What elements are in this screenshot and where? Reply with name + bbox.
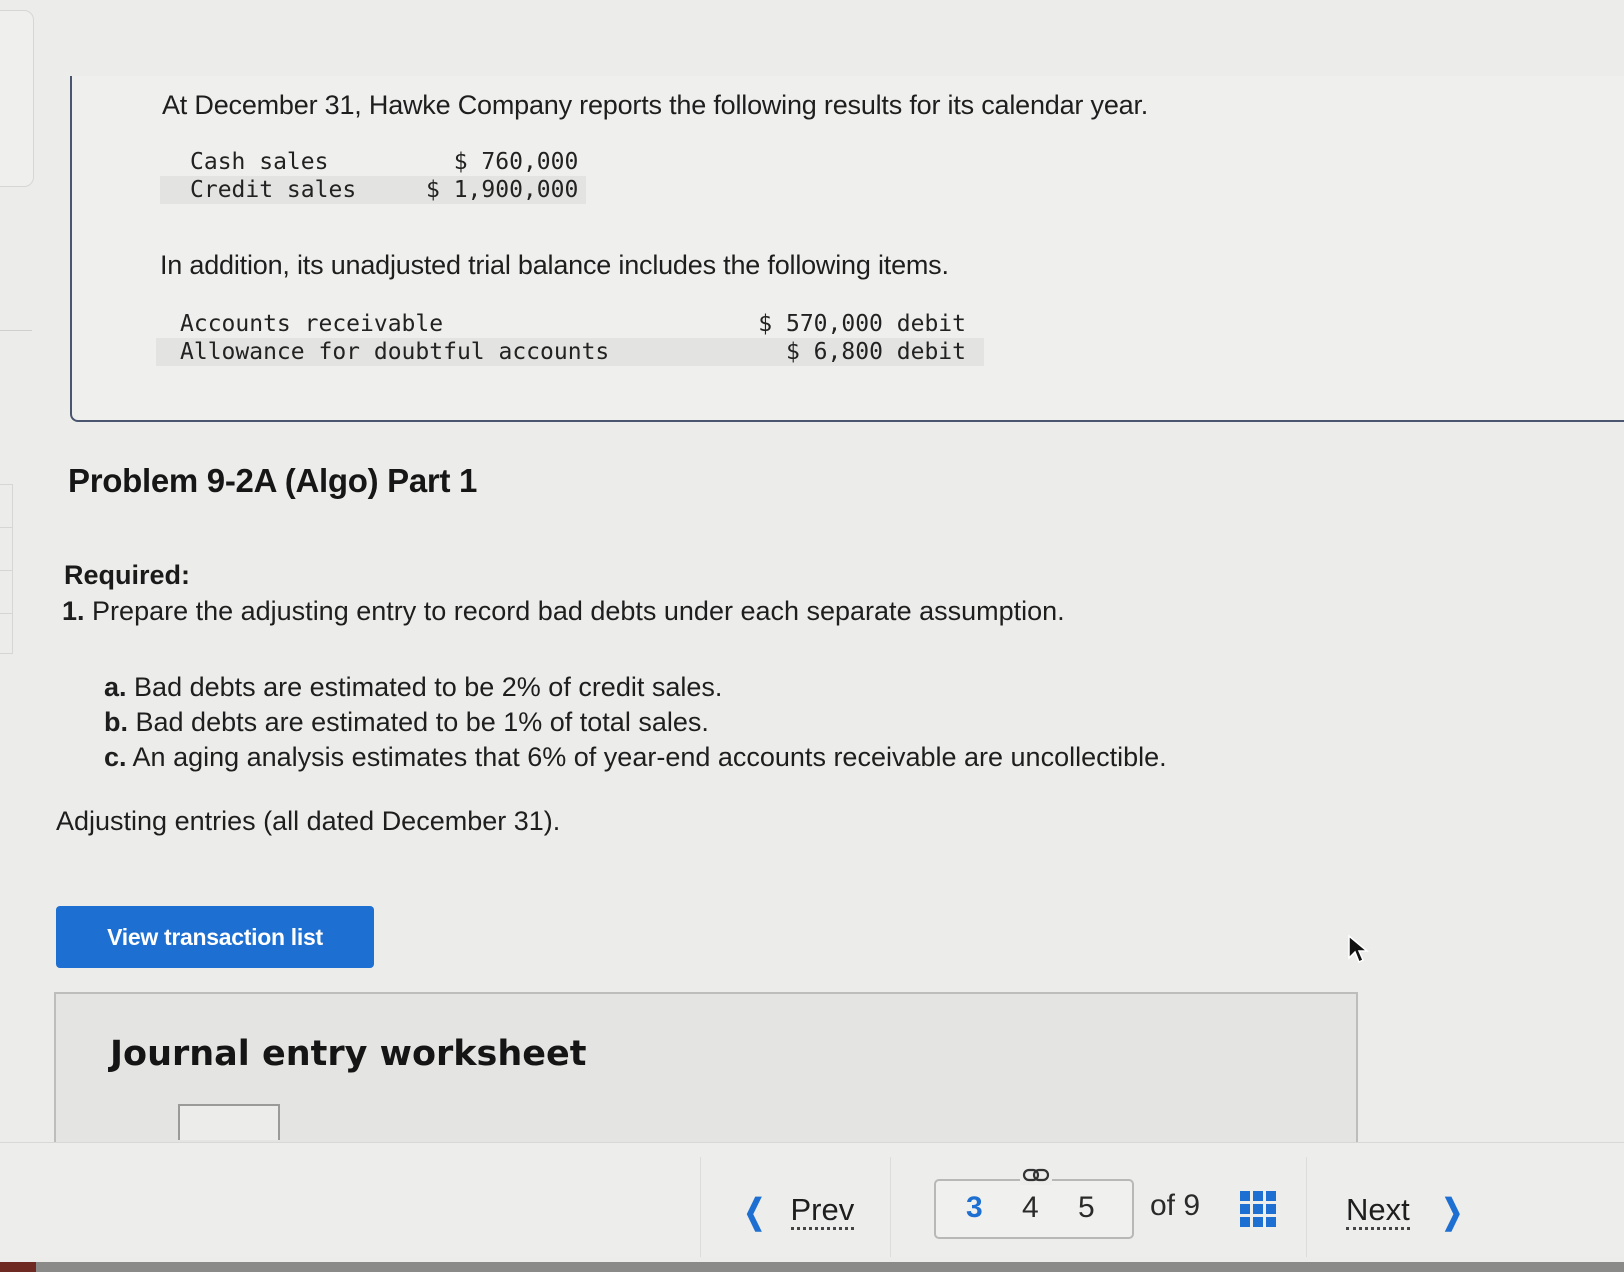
worksheet-entry-tab[interactable]: [178, 1104, 280, 1140]
page-selector: 3 4 5: [934, 1165, 1134, 1239]
sales-row: Cash sales $ 760,000: [160, 148, 586, 176]
link-icon: [1020, 1165, 1052, 1185]
screen-bottom-edge: [0, 1262, 1624, 1272]
question-navigation-bar: ❮ Prev 3 4 5 of 9 Next ❯: [0, 1142, 1624, 1257]
sales-label: Credit sales: [160, 176, 418, 204]
scenario-intro: At December 31, Hawke Company reports th…: [162, 90, 1149, 120]
required-label: Required:: [64, 560, 191, 590]
assumption-item: a. Bad debts are estimated to be 2% of c…: [104, 670, 1167, 705]
link-icon-glyph: [1022, 1168, 1050, 1182]
sales-value: $ 760,000: [453, 149, 579, 175]
chevron-left-icon: ❮: [743, 1192, 765, 1231]
trial-balance-table: Accounts receivable $ 570,000 debit Allo…: [156, 310, 984, 366]
trial-balance-row: Accounts receivable $ 570,000 debit: [156, 310, 984, 338]
page-number-current[interactable]: 3: [966, 1191, 983, 1225]
assumption-item: b. Bad debts are estimated to be 1% of t…: [104, 705, 1167, 740]
assumption-letter: c.: [104, 742, 127, 772]
view-transaction-list-button[interactable]: View transaction list: [56, 906, 374, 968]
problem-title: Problem 9-2A (Algo) Part 1: [68, 462, 478, 499]
side-panel-card: [0, 10, 34, 187]
worksheet-title: Journal entry worksheet: [110, 1034, 587, 1074]
assumption-letter: b.: [104, 707, 128, 737]
scenario-panel: At December 31, Hawke Company reports th…: [70, 76, 1624, 422]
sales-table: Cash sales $ 760,000 Credit sales $ 1,90…: [160, 148, 587, 204]
mouse-pointer-icon: [1348, 934, 1369, 964]
side-panel-table: [0, 484, 13, 654]
page-number[interactable]: 4: [1022, 1191, 1039, 1225]
trial-balance-intro: In addition, its unadjusted trial balanc…: [160, 250, 949, 280]
side-divider: [0, 330, 32, 331]
sales-label: Cash sales: [190, 149, 329, 175]
account-label: Allowance for doubtful accounts: [156, 338, 708, 366]
assumption-text: An aging analysis estimates that 6% of y…: [132, 742, 1167, 772]
assumption-text: Bad debts are estimated to be 2% of cred…: [134, 672, 723, 702]
next-button[interactable]: Next ❯: [1346, 1193, 1466, 1230]
required-number: 1.: [62, 596, 85, 626]
grid-view-icon[interactable]: [1240, 1191, 1276, 1227]
assumption-list: a. Bad debts are estimated to be 2% of c…: [104, 670, 1167, 775]
journal-entry-worksheet: Journal entry worksheet: [54, 992, 1358, 1144]
assumption-item: c. An aging analysis estimates that 6% o…: [104, 740, 1167, 775]
page-total: of 9: [1150, 1189, 1201, 1222]
nav-divider: [1306, 1157, 1307, 1257]
prev-button[interactable]: ❮ Prev: [740, 1192, 855, 1231]
page-number[interactable]: 5: [1078, 1191, 1095, 1225]
nav-divider: [890, 1157, 891, 1257]
assumption-text: Bad debts are estimated to be 1% of tota…: [135, 707, 709, 737]
next-label: Next: [1346, 1193, 1410, 1230]
sales-row: Credit sales $ 1,900,000: [160, 176, 587, 204]
prev-label: Prev: [790, 1193, 855, 1230]
account-value: $ 6,800 debit: [708, 338, 984, 366]
nav-divider: [700, 1157, 701, 1257]
account-label: Accounts receivable: [180, 311, 444, 337]
sales-value: $ 1,900,000: [418, 176, 587, 204]
account-value: $ 570,000 debit: [758, 311, 966, 337]
trial-balance-row: Allowance for doubtful accounts $ 6,800 …: [156, 338, 984, 366]
required-text: Prepare the adjusting entry to record ba…: [92, 596, 1065, 626]
assumption-letter: a.: [104, 672, 127, 702]
adjusting-entries-note: Adjusting entries (all dated December 31…: [56, 806, 561, 836]
required-item: 1. Prepare the adjusting entry to record…: [62, 596, 1065, 627]
chevron-right-icon: ❯: [1441, 1192, 1463, 1231]
